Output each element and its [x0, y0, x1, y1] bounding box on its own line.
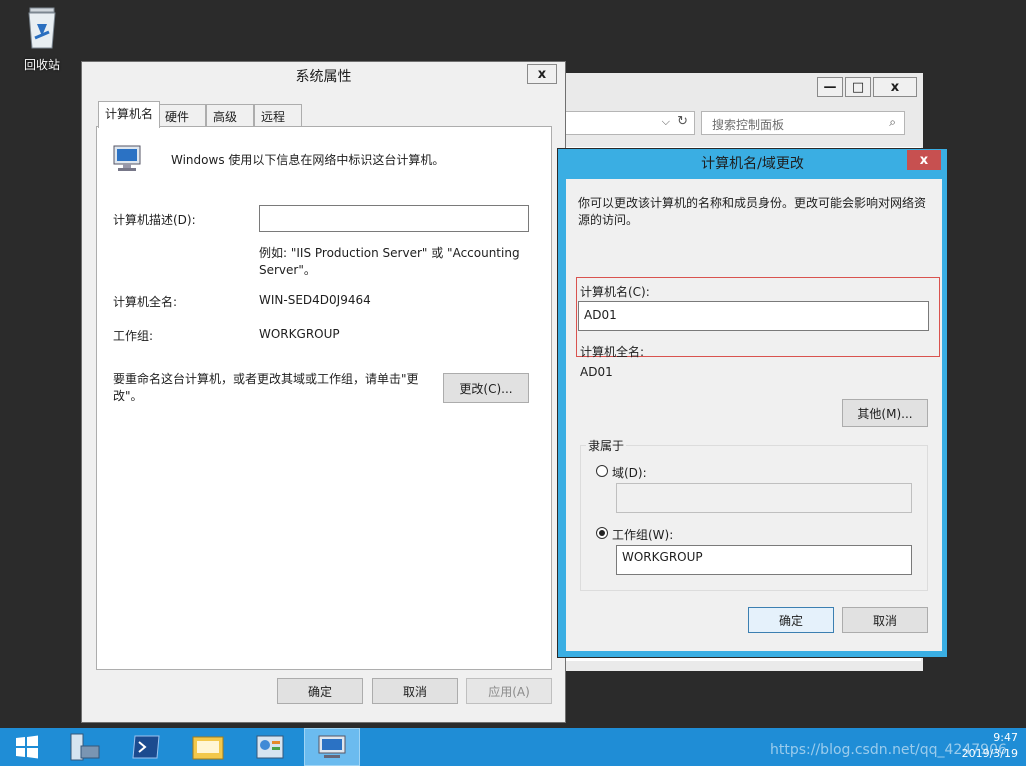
computer-monitor-icon: [111, 143, 143, 176]
watermark-text: https://blog.csdn.net/qq_4247906: [770, 742, 1007, 758]
computer-name-label: 计算机名(C):: [580, 285, 650, 299]
system-properties-taskbar-button[interactable]: [304, 728, 360, 766]
close-button[interactable]: x: [873, 77, 917, 97]
close-button[interactable]: x: [907, 150, 941, 170]
computer-name-dialog-body: 你可以更改该计算机的名称和成员身份。更改可能会影响对网络资源的访问。 计算机名(…: [566, 179, 942, 651]
chevron-down-icon[interactable]: ⌵: [662, 115, 670, 129]
tab-computer-name[interactable]: 计算机名: [98, 101, 161, 128]
computer-name-dialog: 计算机名/域更改 x 你可以更改该计算机的名称和成员身份。更改可能会影响对网络资…: [557, 148, 948, 658]
start-button[interactable]: [0, 728, 54, 766]
description-field[interactable]: [259, 205, 529, 232]
server-manager-button[interactable]: [56, 728, 112, 766]
powershell-icon: [132, 735, 160, 759]
ok-button[interactable]: 确定: [277, 678, 363, 704]
domain-label: 域(D):: [612, 466, 647, 480]
intro-text: Windows 使用以下信息在网络中标识这台计算机。: [171, 153, 445, 167]
search-icon[interactable]: ⌕: [889, 115, 896, 130]
tab-hardware[interactable]: 硬件: [158, 104, 206, 127]
member-of-label: 隶属于: [586, 437, 627, 454]
system-properties-title: 系统属性: [295, 69, 352, 85]
windows-logo-icon: [16, 735, 38, 759]
control-panel-titlebar: — □ x: [561, 73, 923, 103]
ok-button[interactable]: 确定: [748, 607, 834, 633]
domain-input[interactable]: [616, 483, 912, 513]
full-name-value: AD01: [580, 365, 613, 379]
server-manager-icon: [70, 733, 100, 761]
cancel-button[interactable]: 取消: [372, 678, 458, 704]
search-input[interactable]: 搜索控制面板 ⌕: [701, 111, 905, 135]
minimize-button[interactable]: —: [817, 77, 843, 97]
workgroup-label: 工作组(W):: [612, 528, 674, 542]
workgroup-value: WORKGROUP: [259, 327, 340, 341]
address-bar[interactable]: ⌵ ↻: [565, 111, 695, 135]
computer-name-dialog-title: 计算机名/域更改: [701, 156, 804, 172]
full-name-label: 计算机全名:: [580, 345, 645, 359]
search-placeholder: 搜索控制面板: [712, 118, 785, 132]
recycle-bin-icon: [25, 6, 59, 50]
dialog-intro: 你可以更改该计算机的名称和成员身份。更改可能会影响对网络资源的访问。: [578, 196, 927, 227]
powershell-button[interactable]: [118, 728, 174, 766]
workgroup-input[interactable]: WORKGROUP: [616, 545, 912, 575]
maximize-button[interactable]: □: [845, 77, 871, 97]
computer-monitor-icon: [318, 735, 346, 758]
system-properties-window: 系统属性 x 计算机名 硬件 高级 远程 Windows 使用以下信息在网络中标…: [81, 61, 566, 723]
rename-hint: 要重命名这台计算机，或者更改其域或工作组，请单击"更改"。: [113, 372, 419, 403]
control-panel-icon: [256, 735, 284, 759]
recycle-bin[interactable]: 回收站: [14, 6, 70, 76]
folder-icon: [192, 736, 224, 760]
computer-name-tab-pane: Windows 使用以下信息在网络中标识这台计算机。 计算机描述(D): 例如:…: [96, 126, 552, 670]
refresh-icon[interactable]: ↻: [677, 114, 688, 129]
domain-radio[interactable]: [596, 465, 608, 477]
control-panel-button[interactable]: [242, 728, 298, 766]
workgroup-radio[interactable]: [596, 527, 608, 539]
more-button[interactable]: 其他(M)...: [842, 399, 928, 427]
close-button[interactable]: x: [527, 64, 557, 84]
recycle-bin-label: 回收站: [23, 58, 60, 72]
example-text: 例如: "IIS Production Server" 或 "Accountin…: [259, 246, 520, 277]
change-button[interactable]: 更改(C)...: [443, 373, 529, 403]
computer-name-input[interactable]: AD01: [578, 301, 929, 331]
full-name-label: 计算机全名:: [113, 295, 178, 309]
workgroup-label: 工作组:: [113, 329, 154, 343]
apply-button[interactable]: 应用(A): [466, 678, 552, 704]
tab-remote[interactable]: 远程: [254, 104, 302, 127]
full-name-value: WIN-SED4D0J9464: [259, 293, 371, 307]
tab-advanced[interactable]: 高级: [206, 104, 254, 127]
cancel-button[interactable]: 取消: [842, 607, 928, 633]
description-label: 计算机描述(D):: [113, 213, 196, 227]
file-explorer-button[interactable]: [180, 728, 236, 766]
